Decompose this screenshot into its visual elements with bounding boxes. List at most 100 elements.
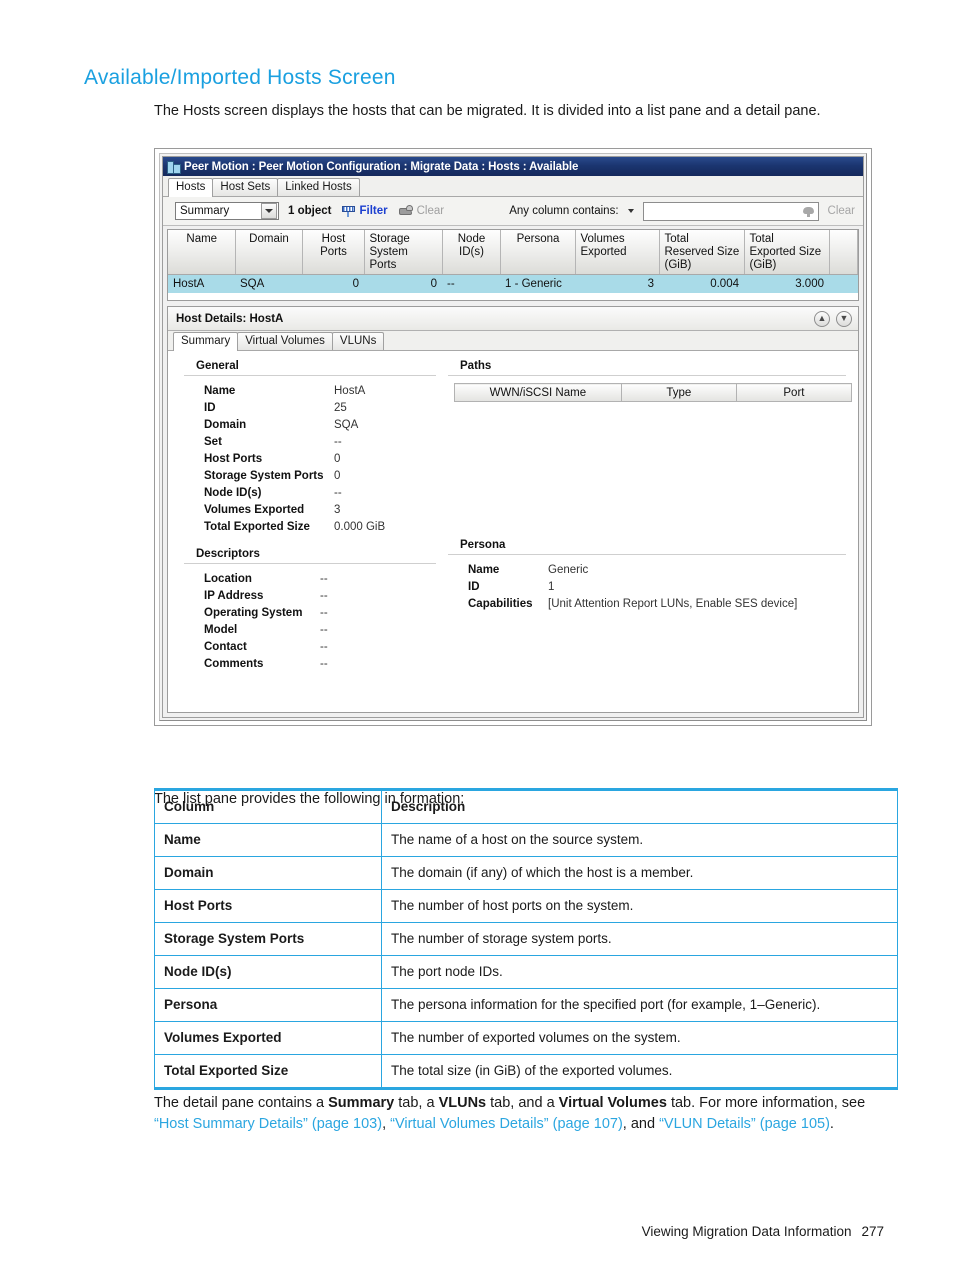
link-host-summary-details[interactable]: “Host Summary Details” (page 103) xyxy=(154,1116,382,1132)
description-cell: The name of a host on the source system. xyxy=(381,823,898,857)
chevron-down-icon[interactable] xyxy=(261,203,277,219)
field-label: Model xyxy=(204,624,238,636)
hosts-table: Name Domain Host Ports Storage System Por… xyxy=(168,230,858,293)
column-cell: Domain xyxy=(154,856,382,890)
cell-domain: SQA xyxy=(235,274,302,293)
details-body: General Name HostA ID 25 Domain SQA Set -- H… xyxy=(168,351,858,712)
field-value: 0 xyxy=(334,453,341,465)
field-value: SQA xyxy=(334,419,359,431)
search-area: Any column contains: Clear xyxy=(509,201,855,221)
host-details-header-buttons: ▲ ▼ xyxy=(814,310,852,327)
field-value: -- xyxy=(320,624,328,636)
general-section-title: General xyxy=(184,360,436,376)
collapse-up-icon[interactable]: ▲ xyxy=(814,310,830,327)
footer-page-number: 277 xyxy=(861,1224,884,1239)
table-row: Node ID(s) The port node IDs. xyxy=(154,955,898,989)
col-header-volumes-exported[interactable]: Volumes Exported xyxy=(575,230,660,275)
field-label: ID xyxy=(468,581,480,593)
col-header-total-exported-size[interactable]: Total Exported Size (GiB) xyxy=(744,230,830,275)
column-table-header-description: Description xyxy=(381,788,898,824)
paths-col-port[interactable]: Port xyxy=(735,383,853,402)
dp-tab-summary: Summary xyxy=(328,1094,395,1111)
field-volumes-exported: Volumes Exported 3 xyxy=(184,502,436,519)
tab-summary[interactable]: Summary xyxy=(173,332,239,351)
field-label: Operating System xyxy=(204,607,303,619)
col-header-spacer xyxy=(829,230,858,275)
cell-total-exported-size: 3.000 xyxy=(744,274,829,293)
search-icon[interactable] xyxy=(802,205,815,217)
search-input[interactable] xyxy=(642,201,819,221)
field-value: -- xyxy=(320,590,328,602)
cell-spacer xyxy=(829,274,858,293)
search-scope-dropdown-icon[interactable] xyxy=(627,209,634,213)
col-header-persona[interactable]: Persona xyxy=(500,230,576,275)
main-tabstrip: Hosts Host Sets Linked Hosts xyxy=(163,176,863,197)
expand-down-icon[interactable]: ▼ xyxy=(836,310,852,327)
cell-node-ids: -- xyxy=(442,274,500,293)
clear-filter-button[interactable]: Clear xyxy=(398,205,444,217)
col-header-total-reserved-size[interactable]: Total Reserved Size (GiB) xyxy=(659,230,745,275)
field-label: Comments xyxy=(204,658,264,670)
field-label: Location xyxy=(204,573,252,585)
tab-virtual-volumes[interactable]: Virtual Volumes xyxy=(237,332,333,350)
field-value: 3 xyxy=(334,504,341,516)
tab-host-sets[interactable]: Host Sets xyxy=(212,178,279,196)
field-contact: Contact -- xyxy=(184,639,436,656)
cell-host-ports: 0 xyxy=(302,274,364,293)
table-row[interactable]: HostA SQA 0 0 -- 1 - Generic 3 0.004 3.0… xyxy=(168,274,858,293)
filter-button-label: Filter xyxy=(359,205,388,217)
table-row: Total Exported Size The total size (in Gi… xyxy=(154,1054,898,1090)
dp-part1: The detail pane contains a xyxy=(154,1094,329,1111)
column-cell: Host Ports xyxy=(154,889,382,923)
dp-end: . xyxy=(829,1115,834,1132)
details-tabstrip: Summary Virtual Volumes VLUNs xyxy=(168,331,858,351)
field-value: 0.000 GiB xyxy=(334,521,386,533)
paths-header-row: WWN/iSCSI Name Type Port xyxy=(454,383,853,402)
col-header-name[interactable]: Name xyxy=(168,230,236,275)
field-label: Host Ports xyxy=(204,453,263,465)
screenshot-figure: Peer Motion : Peer Motion Configuration … xyxy=(154,148,872,726)
field-value: 1 xyxy=(548,581,555,593)
cell-persona: 1 - Generic xyxy=(500,274,575,293)
intro-paragraph: The Hosts screen displays the hosts that… xyxy=(154,102,821,119)
paths-col-wwn-iscsi-name[interactable]: WWN/iSCSI Name xyxy=(454,383,622,402)
col-header-domain[interactable]: Domain xyxy=(235,230,303,275)
link-vlun-details[interactable]: “VLUN Details” (page 105) xyxy=(659,1116,830,1132)
paths-col-type[interactable]: Type xyxy=(620,383,737,402)
tab-vluns[interactable]: VLUNs xyxy=(331,332,385,350)
link-virtual-volumes-details[interactable]: “Virtual Volumes Details” (page 107) xyxy=(390,1116,623,1132)
field-operating-system: Operating System -- xyxy=(184,605,436,622)
filter-button[interactable]: Filter xyxy=(342,205,388,218)
descriptors-section-title: Descriptors xyxy=(184,548,436,564)
field-label: Name xyxy=(204,385,236,397)
field-ip-address: IP Address -- xyxy=(184,588,436,605)
column-table-header-column: Column xyxy=(154,788,382,824)
paths-section-title: Paths xyxy=(448,360,846,376)
field-total-exported-size: Total Exported Size 0.000 GiB xyxy=(184,519,436,536)
host-details-header: Host Details: HostA ▲ ▼ xyxy=(168,307,858,331)
table-row: Volumes Exported The number of exported v… xyxy=(154,1021,898,1055)
field-label: IP Address xyxy=(204,590,264,602)
paths-spacer xyxy=(448,402,846,539)
hosts-table-header-row: Name Domain Host Ports Storage System Por… xyxy=(168,230,858,275)
view-select[interactable]: Summary xyxy=(175,202,279,220)
clear-search-button[interactable]: Clear xyxy=(828,205,855,217)
persona-fields: Name Generic ID 1 Capabilities [Unit Attent… xyxy=(448,562,846,613)
table-row: Name The name of a host on the source sys… xyxy=(154,823,898,857)
tab-linked-hosts[interactable]: Linked Hosts xyxy=(277,178,360,196)
col-header-host-ports[interactable]: Host Ports xyxy=(302,230,365,275)
description-cell: The domain (if any) of which the host is… xyxy=(381,856,898,890)
field-label: Set xyxy=(204,436,222,448)
detail-pane-paragraph: The detail pane contains a Summary tab, … xyxy=(154,1093,902,1135)
field-persona-capabilities: Capabilities [Unit Attention Report LUNs,… xyxy=(448,596,846,613)
description-cell: The port node IDs. xyxy=(381,955,898,989)
tab-hosts[interactable]: Hosts xyxy=(168,178,214,197)
col-header-node-ids[interactable]: Node ID(s) xyxy=(442,230,501,275)
column-cell: Name xyxy=(154,823,382,857)
field-name: Name HostA xyxy=(184,383,436,400)
col-header-storage-system-ports[interactable]: Storage System Ports xyxy=(364,230,443,275)
field-label: Storage System Ports xyxy=(204,470,324,482)
paths-table: WWN/iSCSI Name Type Port xyxy=(454,383,853,402)
field-host-ports: Host Ports 0 xyxy=(184,451,436,468)
table-row: Host Ports The number of host ports on th… xyxy=(154,889,898,923)
